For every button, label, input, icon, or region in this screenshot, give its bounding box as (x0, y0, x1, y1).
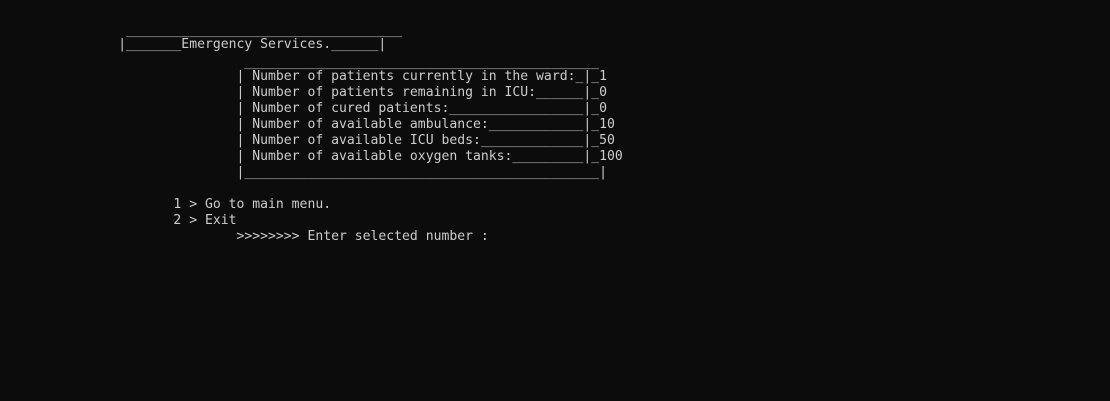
menu-option-exit[interactable]: 2 > Exit (0, 213, 236, 229)
header-title: |_______Emergency Services.______| (0, 37, 387, 52)
stat-available-ambulance: | Number of available ambulance:________… (0, 117, 615, 132)
stat-cured-patients: | Number of cured patients:_____________… (0, 101, 607, 116)
stat-available-icu-beds: | Number of available ICU beds:_________… (0, 133, 615, 148)
menu-option-main-menu[interactable]: 1 > Go to main menu. (0, 197, 331, 213)
input-prompt[interactable]: >>>>>>>> Enter selected number : (0, 229, 488, 245)
stat-available-oxygen: | Number of available oxygen tanks:_____… (0, 149, 623, 164)
stat-patients-in-icu: | Number of patients remaining in ICU:__… (0, 85, 607, 100)
console-window: ___________________________________ |___… (0, 0, 1110, 401)
stats-box-bottom: |_______________________________________… (0, 165, 607, 180)
stat-patients-in-ward: | Number of patients currently in the wa… (0, 69, 607, 84)
